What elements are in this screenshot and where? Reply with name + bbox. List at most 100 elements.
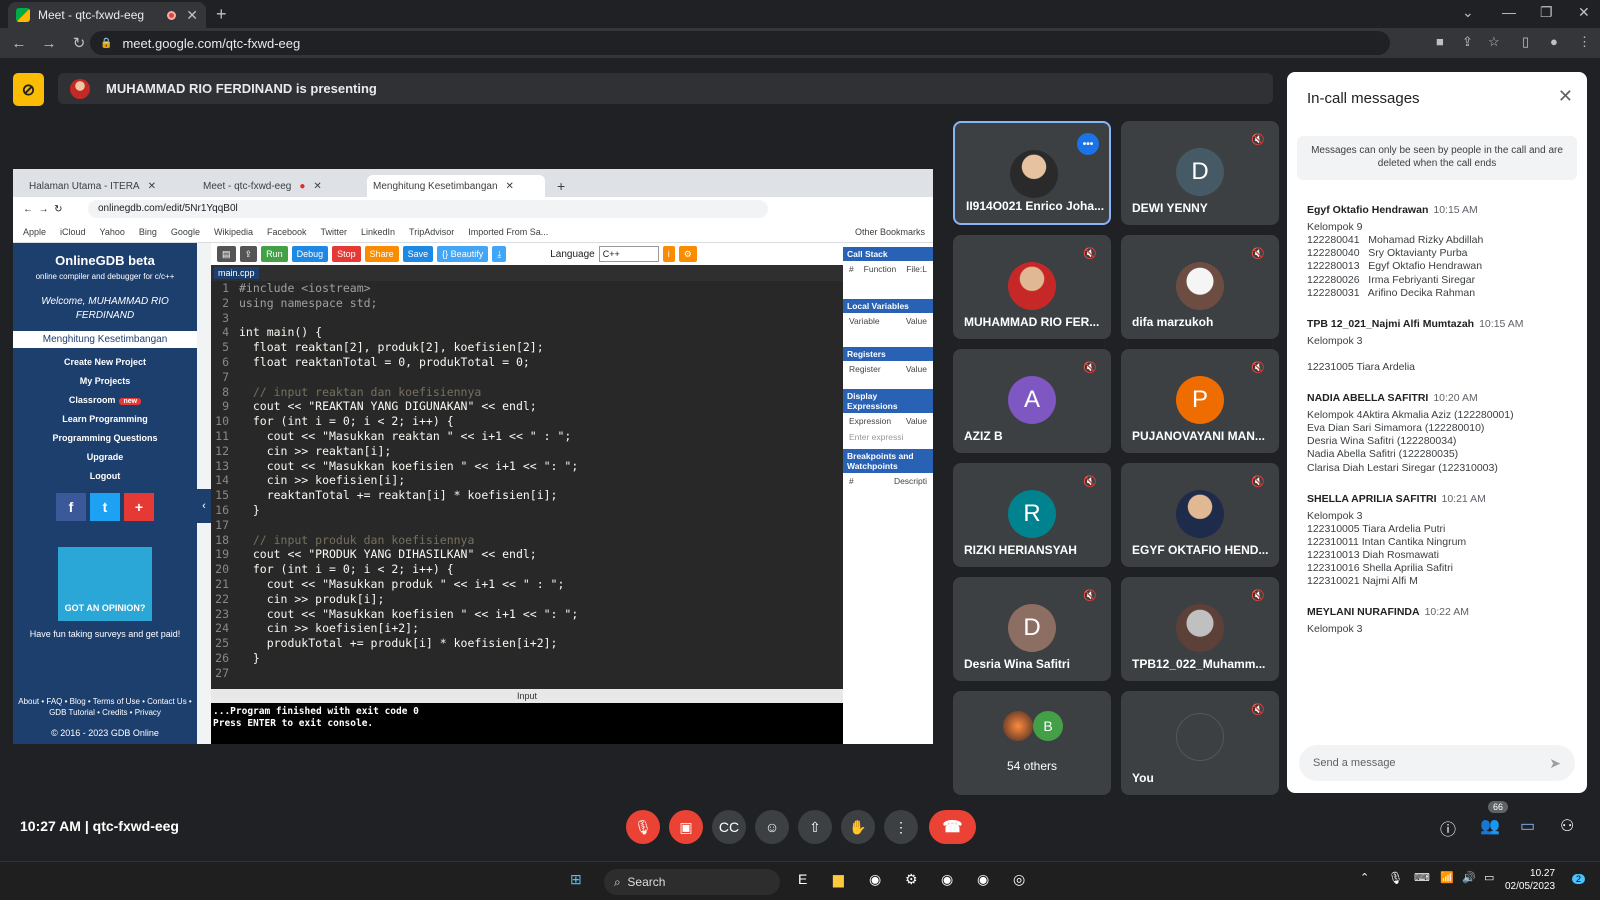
close-tab-icon[interactable]: ✕ xyxy=(186,7,198,24)
wifi-icon[interactable]: 📶 xyxy=(1440,871,1454,884)
camera-icon[interactable]: ■ xyxy=(1436,34,1444,49)
captions-button[interactable]: CC xyxy=(712,810,746,844)
tray-overflow-icon[interactable]: ⌃ xyxy=(1360,871,1369,884)
participant-name: II914O021 Enrico Joha... xyxy=(966,199,1105,213)
participant-tile[interactable]: R 🔇 RIZKI HERIANSYAH xyxy=(953,463,1111,567)
mic-off-button[interactable]: 🎙 xyxy=(626,810,660,844)
windows-start-icon[interactable]: ⊞ xyxy=(570,871,582,888)
code-line: 6 float reaktanTotal = 0, produkTotal = … xyxy=(211,355,843,370)
bookmark-item: iCloud xyxy=(60,226,86,237)
taskbar-search[interactable]: ⌕ Search xyxy=(604,869,780,895)
forward-icon[interactable]: → xyxy=(38,35,60,52)
participant-name: TPB12_022_Muhamm... xyxy=(1132,657,1266,671)
new-tab-button[interactable]: + xyxy=(216,4,227,25)
line-number: 23 xyxy=(215,606,229,621)
code-text: // input produk dan koefisiennya xyxy=(239,532,475,547)
people-icon[interactable]: 👥 xyxy=(1480,816,1500,836)
close-window-button[interactable]: ✕ xyxy=(1578,4,1590,21)
participant-tile[interactable]: P 🔇 PUJANOVAYANI MAN... xyxy=(1121,349,1279,453)
settings-app-icon[interactable]: ⚙ xyxy=(905,871,918,888)
file-explorer-icon[interactable]: ▆ xyxy=(833,871,844,888)
send-message-input[interactable]: Send a message ➤ xyxy=(1299,745,1575,781)
message-line: 122280040 Sry Oktavianty Purba xyxy=(1307,247,1468,260)
camera-off-button[interactable]: ▣ xyxy=(669,810,703,844)
code-text: cin >> koefisien[i]; xyxy=(239,473,406,488)
tab-search-icon[interactable]: ⌄ xyxy=(1462,4,1474,21)
side-panel-icon[interactable]: ▯ xyxy=(1522,34,1529,50)
activities-icon[interactable]: ⚇ xyxy=(1560,816,1574,836)
minimize-button[interactable]: — xyxy=(1502,4,1516,20)
taskbar-clock[interactable]: 10.27 02/05/2023 xyxy=(1505,867,1555,893)
volume-icon[interactable]: 🔊 xyxy=(1462,871,1476,884)
participant-tile[interactable]: ••• II914O021 Enrico Joha... xyxy=(953,121,1111,225)
gdb-footer: About • FAQ • Blog • Terms of Use • Cont… xyxy=(18,697,192,717)
epic-games-icon[interactable]: E xyxy=(798,871,807,887)
participant-tile[interactable]: 🔇 MUHAMMAD RIO FER... xyxy=(953,235,1111,339)
line-number: 10 xyxy=(215,414,229,429)
address-bar[interactable]: 🔒 meet.google.com/qtc-fxwd-eeg xyxy=(90,31,1390,55)
code-line: 22 cin >> produk[i]; xyxy=(211,592,843,607)
participant-tile[interactable]: 🔇 EGYF OKTAFIO HEND... xyxy=(1121,463,1279,567)
mic-muted-icon: 🔇 xyxy=(1251,704,1265,716)
participant-tile[interactable]: D 🔇 DEWI YENNY xyxy=(1121,121,1279,225)
notification-badge[interactable]: 2 xyxy=(1572,874,1586,884)
code-line: 12 cin >> reaktan[i]; xyxy=(211,444,843,459)
end-call-button[interactable]: ☎ xyxy=(929,810,976,844)
line-number: 9 xyxy=(222,399,229,414)
shared-url: onlinegdb.com/edit/5Nr1YqqB0l xyxy=(88,200,768,218)
participant-tile[interactable]: 🔇 difa marzukoh xyxy=(1121,235,1279,339)
gdb-link: Programming Questions xyxy=(52,433,158,443)
line-number: 20 xyxy=(215,562,229,577)
menu-icon[interactable]: ⋮ xyxy=(1578,34,1591,50)
chat-input-placeholder: Send a message xyxy=(1313,757,1396,769)
participant-tile[interactable]: 🔇 TPB12_022_Muhamm... xyxy=(1121,577,1279,681)
bookmark-star-icon[interactable]: ☆ xyxy=(1488,34,1500,50)
share-icon[interactable]: ⇪ xyxy=(1462,34,1473,50)
chat-icon[interactable]: ▭ xyxy=(1520,816,1535,836)
participant-tile[interactable]: 🔇 You xyxy=(1121,691,1279,795)
participant-photo xyxy=(1176,262,1224,310)
browser-toolbar: ← → ↻ 🔒 meet.google.com/qtc-fxwd-eeg ■ ⇪… xyxy=(0,28,1600,58)
reactions-button[interactable]: ☺ xyxy=(755,810,789,844)
present-button[interactable]: ⇧ xyxy=(798,810,832,844)
reload-icon[interactable]: ↻ xyxy=(68,34,90,52)
participant-photo xyxy=(1008,262,1056,310)
participant-tile[interactable]: A 🔇 AZIZ B xyxy=(953,349,1111,453)
chrome-profile-icon[interactable]: ◉ xyxy=(941,871,953,888)
mic-tray-icon[interactable]: 🎙 xyxy=(1388,871,1403,885)
line-number: 5 xyxy=(222,340,229,355)
code-text: using namespace std; xyxy=(239,295,378,310)
message-line: 12231005 Tiara Ardelia xyxy=(1307,360,1415,373)
back-icon[interactable]: ← xyxy=(8,35,30,52)
call-stack-header: Call Stack xyxy=(843,247,933,261)
participant-name: Desria Wina Safitri xyxy=(964,657,1070,671)
code-line: 3 xyxy=(211,311,843,326)
meeting-details-icon[interactable]: ⓘ xyxy=(1440,816,1456,840)
send-icon[interactable]: ➤ xyxy=(1549,755,1561,772)
stop-presenting-button[interactable]: ⊘ xyxy=(13,73,44,106)
participant-name: 54 others xyxy=(1006,759,1058,773)
close-chat-icon[interactable]: ✕ xyxy=(1558,86,1573,107)
browser-tab-meet[interactable]: Meet - qtc-fxwd-eeg ✕ xyxy=(8,2,206,28)
participant-tile[interactable]: D 🔇 Desria Wina Safitri xyxy=(953,577,1111,681)
more-options-button[interactable]: ⋮ xyxy=(884,810,918,844)
code-line: 16 } xyxy=(211,503,843,518)
raise-hand-button[interactable]: ✋ xyxy=(841,810,875,844)
battery-icon[interactable]: ▭ xyxy=(1484,871,1494,884)
participant-avatar: P xyxy=(1176,376,1224,424)
restore-button[interactable]: ❐ xyxy=(1540,4,1553,21)
app-icon[interactable]: ◎ xyxy=(1013,871,1025,888)
chrome-active-icon[interactable]: ◉ xyxy=(977,871,989,888)
code-line: 10 for (int i = 0; i < 2; i++) { xyxy=(211,414,843,429)
message-line: Kelompok 3 xyxy=(1307,623,1363,636)
gdb-ad-text: Have fun taking surveys and get paid! xyxy=(29,629,181,639)
participant-tile[interactable]: B 54 others xyxy=(953,691,1111,795)
chrome-icon[interactable]: ◉ xyxy=(869,871,881,888)
line-number: 27 xyxy=(215,665,229,680)
bookmark-item: TripAdvisor xyxy=(409,226,455,237)
more-options-icon[interactable]: ••• xyxy=(1077,133,1099,155)
keyboard-icon[interactable]: ⌨ xyxy=(1414,871,1430,884)
bookmark-item: Bing xyxy=(138,226,157,237)
browser-tabstrip: Meet - qtc-fxwd-eeg ✕ + ⌄ — ❐ ✕ xyxy=(0,0,1600,28)
profile-avatar[interactable]: ● xyxy=(1550,34,1558,49)
